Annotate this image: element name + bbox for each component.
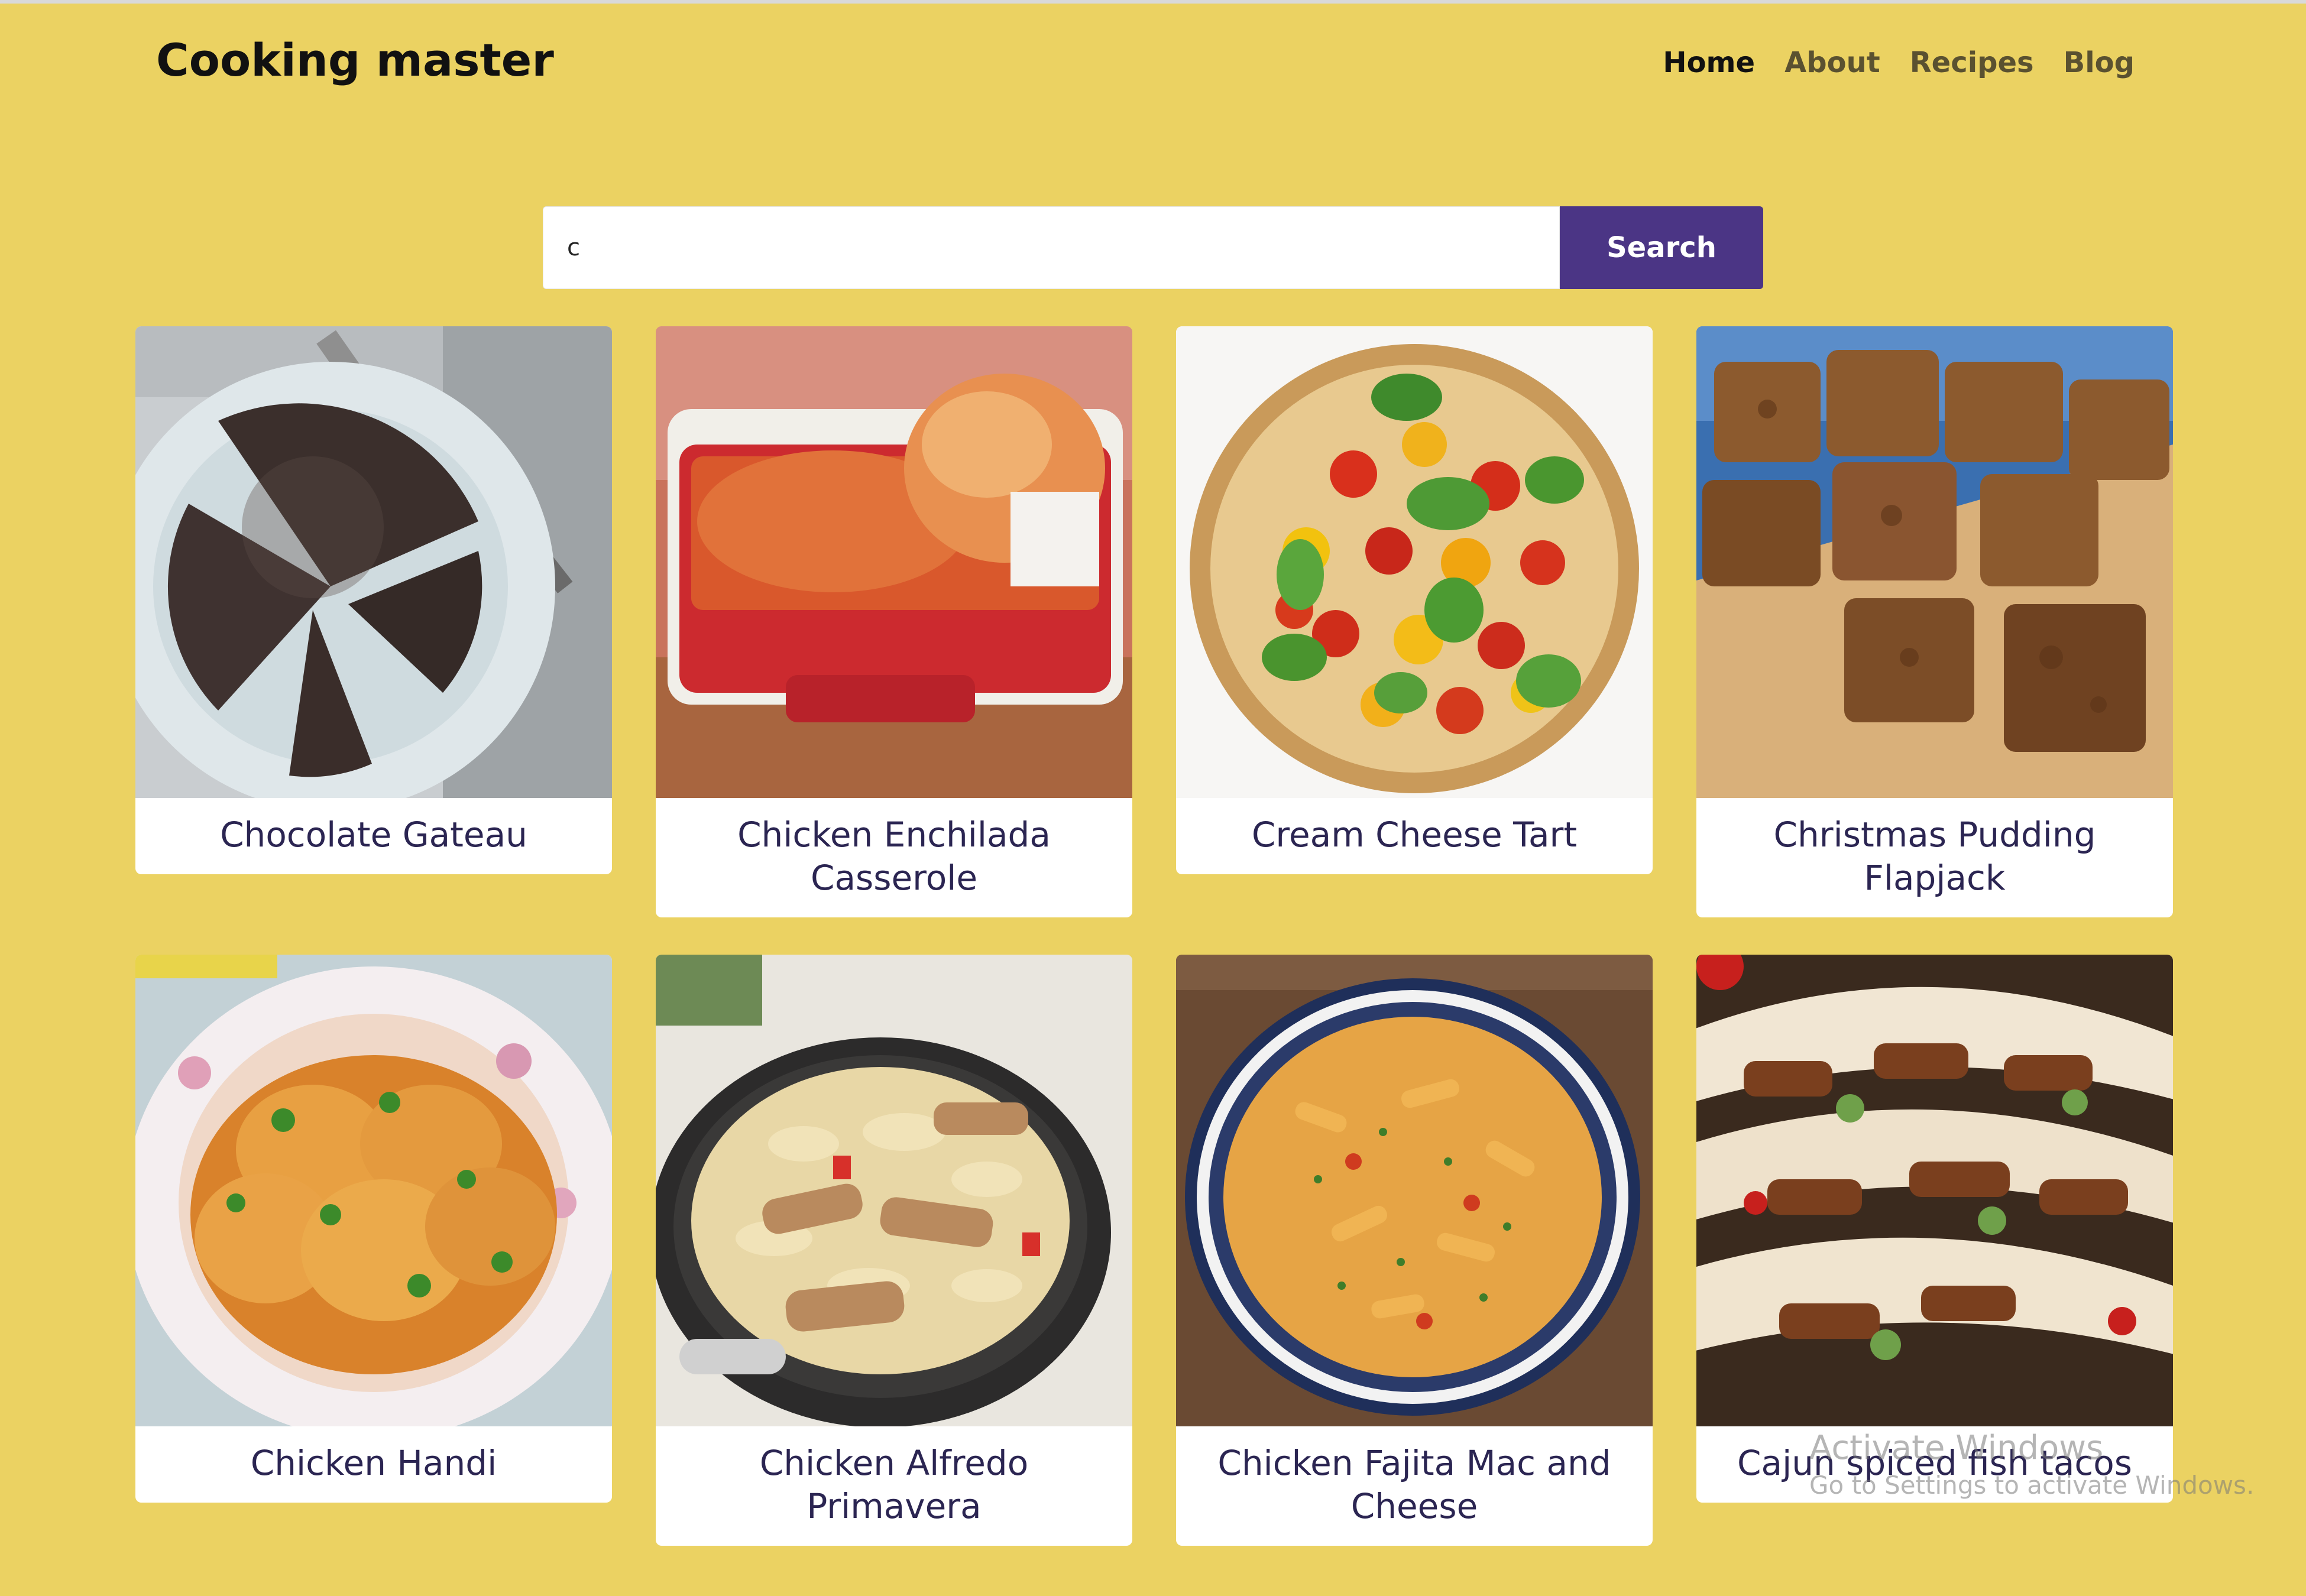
nav-link-blog[interactable]: Blog (2064, 48, 2135, 77)
brand-logo-text[interactable]: Cooking master (156, 38, 554, 83)
recipe-image-cream-cheese-tart[interactable] (1176, 326, 1653, 798)
search-button[interactable]: Search (1560, 206, 1763, 289)
recipe-title[interactable]: Cream Cheese Tart (1176, 798, 1653, 874)
recipe-image-chicken-enchilada-casserole[interactable] (656, 326, 1132, 798)
recipe-card[interactable]: Cajun spiced fish tacos (1696, 955, 2173, 1503)
recipe-title[interactable]: Chocolate Gateau (135, 798, 612, 874)
recipe-card[interactable]: Chicken Fajita Mac and Cheese (1176, 955, 1653, 1546)
recipe-card[interactable]: Christmas Pudding Flapjack (1696, 326, 2173, 917)
search-input[interactable] (543, 206, 1560, 289)
recipe-card[interactable]: Chocolate Gateau (135, 326, 612, 874)
recipe-card[interactable]: Chicken Alfredo Primavera (656, 955, 1132, 1546)
nav-link-recipes[interactable]: Recipes (1910, 48, 2034, 77)
nav-links: Home About Recipes Blog (1663, 48, 2135, 77)
recipe-image-chicken-alfredo-primavera[interactable] (656, 955, 1132, 1426)
recipe-card[interactable]: Chicken Handi (135, 955, 612, 1503)
recipe-title[interactable]: Chicken Enchilada Casserole (656, 798, 1132, 917)
recipe-title[interactable]: Christmas Pudding Flapjack (1696, 798, 2173, 917)
recipe-title[interactable]: Chicken Handi (135, 1426, 612, 1503)
nav-link-about[interactable]: About (1784, 48, 1880, 77)
nav-link-home[interactable]: Home (1663, 48, 1755, 77)
recipe-title[interactable]: Chicken Alfredo Primavera (656, 1426, 1132, 1546)
recipe-grid: Chocolate Gateau Chicken Enchilada Casse… (135, 326, 2173, 1546)
recipe-title[interactable]: Chicken Fajita Mac and Cheese (1176, 1426, 1653, 1546)
navbar: Cooking master Home About Recipes Blog (0, 4, 2306, 122)
recipe-image-chicken-fajita-mac-and-cheese[interactable] (1176, 955, 1653, 1426)
recipe-title[interactable]: Cajun spiced fish tacos (1696, 1426, 2173, 1503)
recipe-image-cajun-spiced-fish-tacos[interactable] (1696, 955, 2173, 1426)
recipe-image-chicken-handi[interactable] (135, 955, 612, 1426)
recipe-card[interactable]: Cream Cheese Tart (1176, 326, 1653, 874)
search-form: Search (543, 206, 1763, 289)
recipe-image-chocolate-gateau[interactable] (135, 326, 612, 798)
recipe-image-christmas-pudding-flapjack[interactable] (1696, 326, 2173, 798)
recipe-card[interactable]: Chicken Enchilada Casserole (656, 326, 1132, 917)
